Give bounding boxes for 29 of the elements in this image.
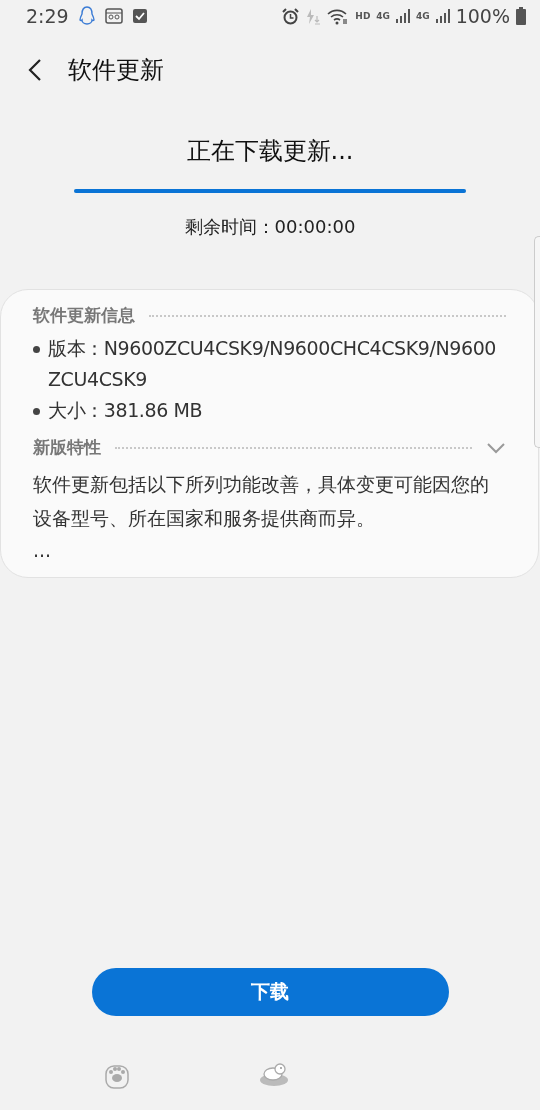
alarm-icon [282,7,300,25]
remaining-time: 剩余时间：00:00:00 [184,215,356,239]
cassette-icon [104,8,123,24]
clock-time: 2:29 [26,5,69,27]
wifi-icon [327,7,350,25]
more-text: ... [33,538,53,563]
section-title: 新版特性 [33,436,101,459]
penguin-icon [78,6,95,26]
paw-icon[interactable] [105,1062,129,1089]
bullet-icon [33,346,40,353]
network-label: 4G [376,11,390,21]
download-button[interactable]: 下载 [91,968,449,1016]
page-title: 软件更新 [68,54,164,86]
battery-icon [516,7,526,25]
features-text: 软件更新包括以下所列功能改善，具体变更可能因您的设备型号、所在国家和服务提供商而异。 [33,472,490,531]
info-item: 版本：N9600ZCU4CSK9/N9600CHC4CSK9/N9600ZCU4CSK9 [48,336,498,392]
network-label: 4G [416,11,430,21]
hd-label: HD [355,11,371,21]
info-item: 大小：381.86 MB [48,398,204,423]
dog-icon[interactable] [259,1062,289,1087]
bullet-icon [33,408,40,415]
checkbox-icon [132,9,147,23]
section-title: 软件更新信息 [33,304,135,327]
battery-percent: 100% [455,5,510,27]
expand-button[interactable] [486,441,506,454]
signal-icon [396,9,410,23]
flash-icon [305,7,322,25]
signal-icon [435,9,450,23]
download-status: 正在下载更新... [186,136,354,167]
